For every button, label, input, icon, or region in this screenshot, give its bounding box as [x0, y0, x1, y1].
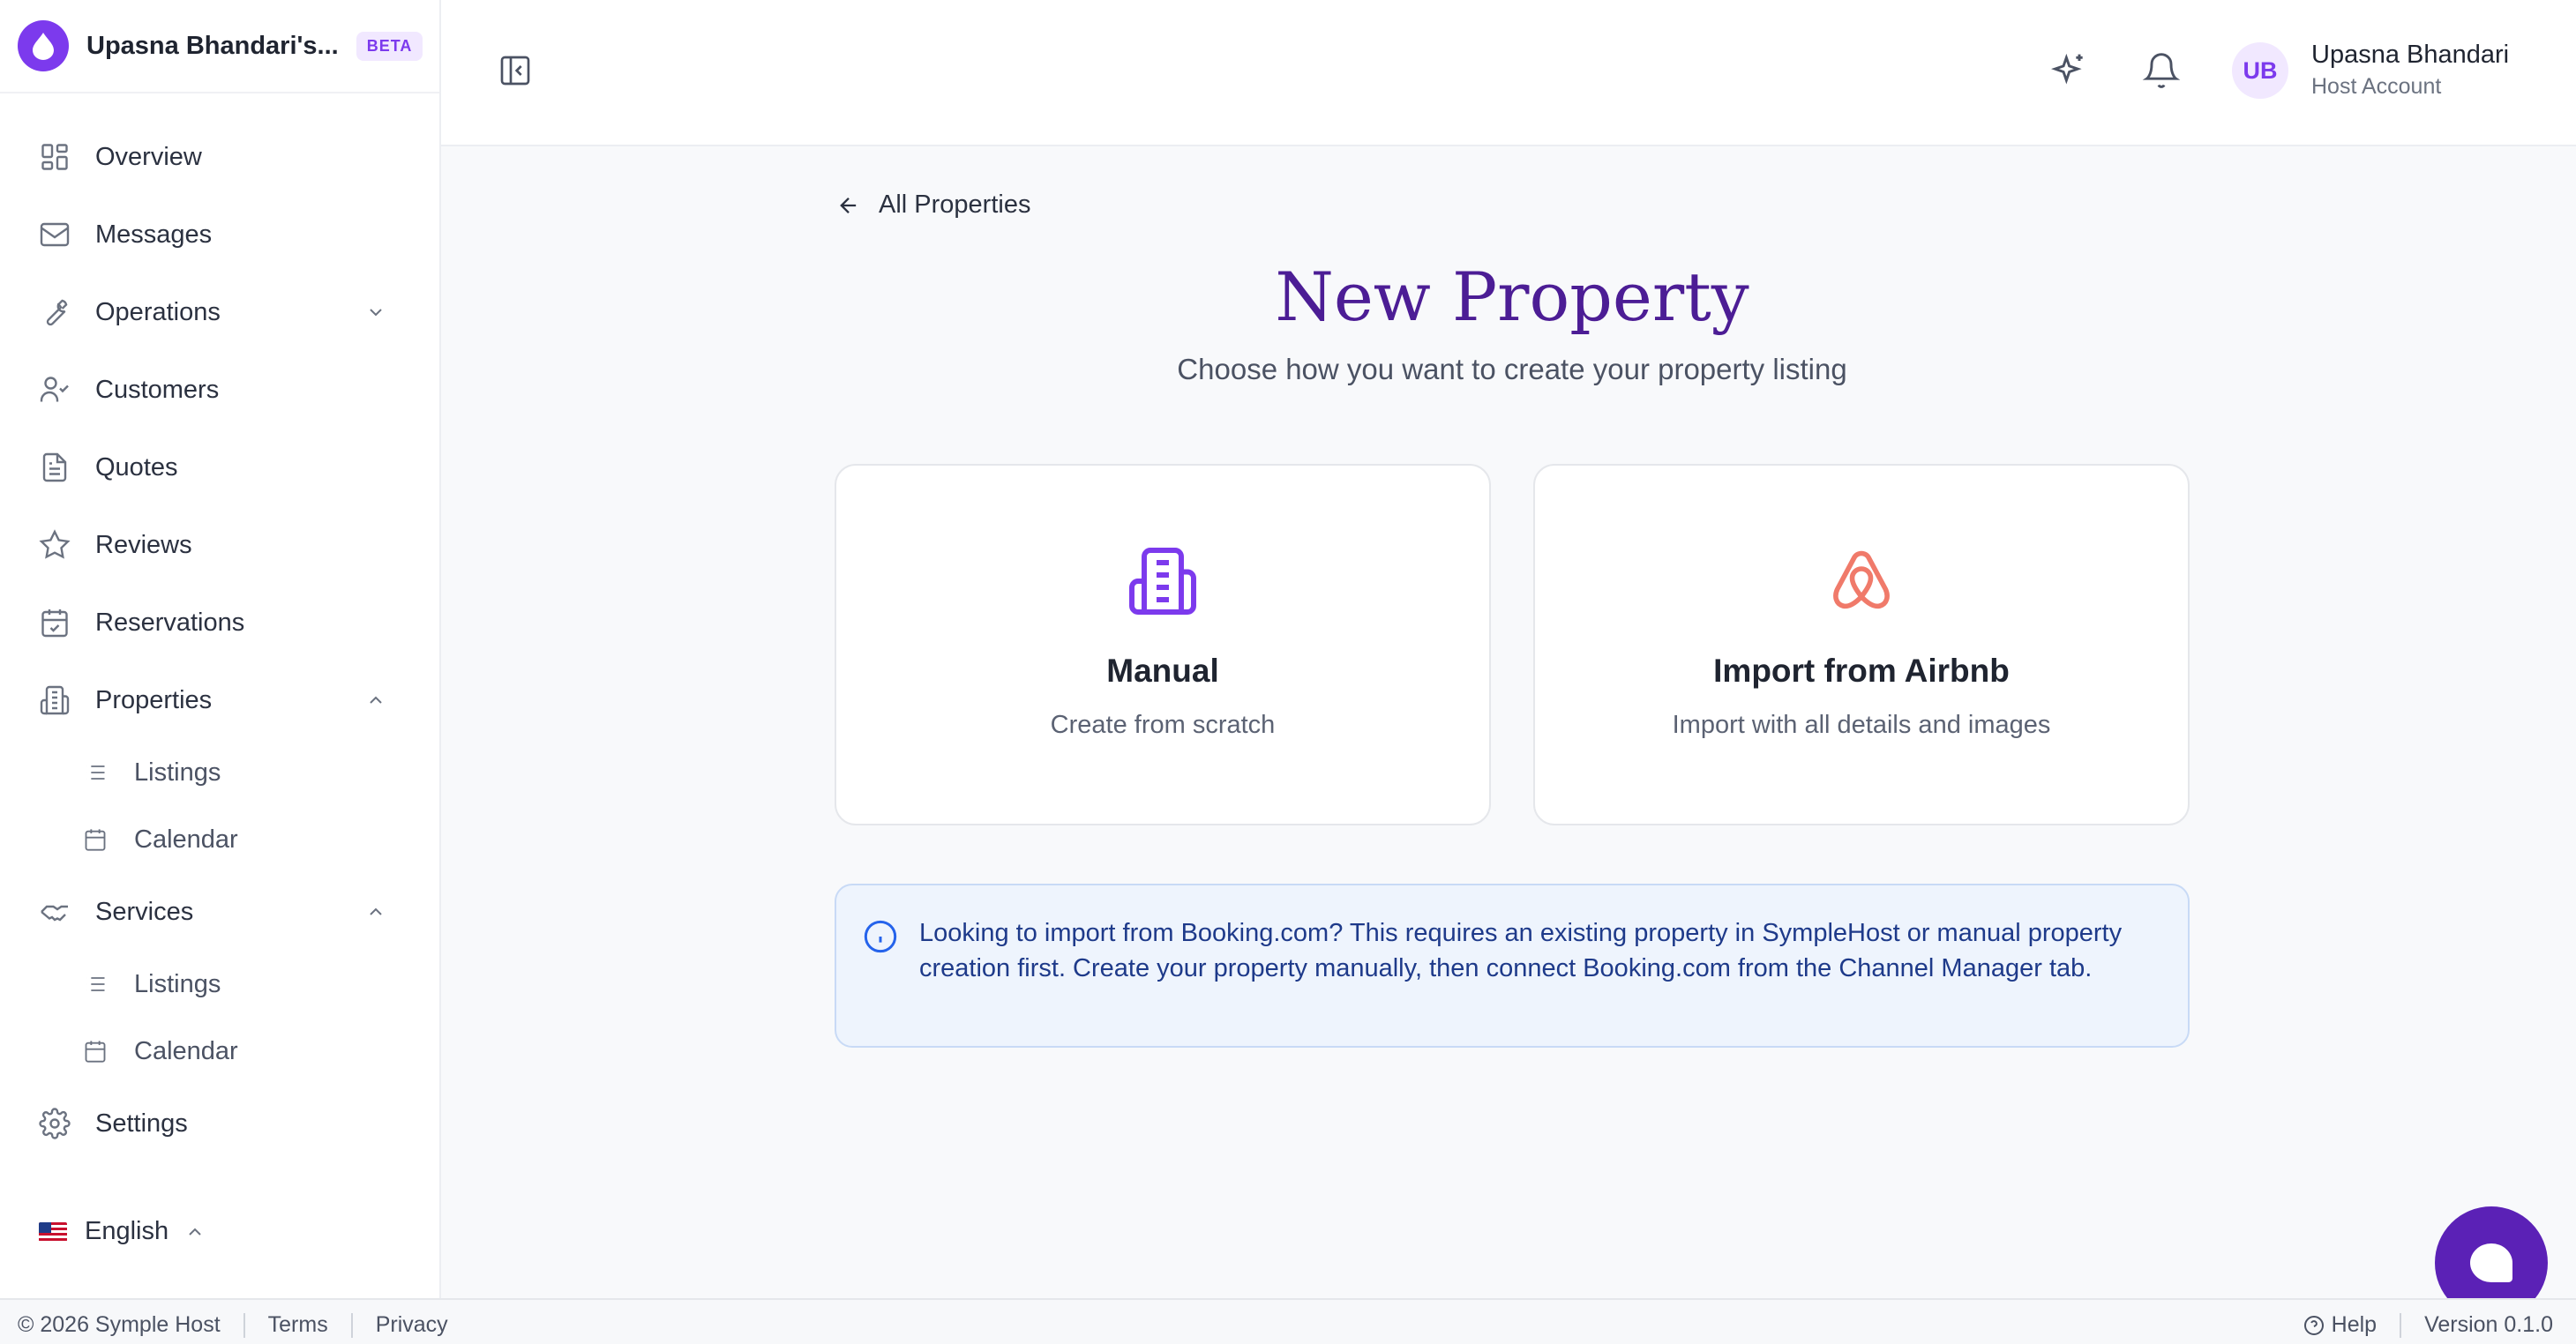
document-icon: [37, 450, 72, 485]
sidebar-item-label: Reservations: [95, 608, 245, 637]
terms-link[interactable]: Terms: [268, 1312, 328, 1338]
sidebar-item-reservations[interactable]: Reservations: [0, 584, 439, 661]
chevron-up-icon: [184, 1221, 206, 1243]
beta-badge: BETA: [356, 31, 423, 61]
page-subtitle: Choose how you want to create your prope…: [1177, 353, 1847, 385]
sidebar-item-overview[interactable]: Overview: [0, 118, 439, 196]
sidebar-item-label: Quotes: [95, 452, 178, 482]
star-icon: [37, 527, 72, 563]
divider: [350, 1312, 353, 1338]
sidebar-item-label: Settings: [95, 1109, 188, 1138]
gear-icon: [37, 1106, 72, 1141]
subitem-label: Listings: [134, 758, 221, 787]
chevron-up-icon[interactable]: [363, 688, 388, 713]
sidebar-item-label: Properties: [95, 685, 213, 714]
sidebar-nav: Overview Messages Operations Customers Q…: [0, 93, 439, 1162]
card-title: Manual: [1106, 653, 1219, 689]
import-airbnb-option-card[interactable]: Import from Airbnb Import with all detai…: [1533, 464, 2190, 825]
user-name[interactable]: Upasna Bhandari: [2311, 41, 2509, 70]
help-circle-icon: [2303, 1315, 2325, 1336]
building-icon: [1123, 541, 1202, 621]
sidebar-toggle-icon[interactable]: [498, 53, 533, 88]
sidebar-item-label: Messages: [95, 220, 213, 249]
privacy-link[interactable]: Privacy: [376, 1312, 448, 1338]
brand-logo: [18, 20, 69, 71]
chat-bubble-icon: [2470, 1243, 2512, 1282]
avatar[interactable]: UB: [2232, 42, 2288, 99]
sidebar-subitem-services-listings[interactable]: Listings: [0, 951, 439, 1018]
wrench-icon: [37, 295, 72, 330]
card-description: Import with all details and images: [1672, 711, 2051, 739]
user-role: Host Account: [2311, 74, 2442, 99]
subitem-label: Calendar: [134, 1036, 238, 1065]
sidebar-item-services[interactable]: Services: [0, 873, 439, 951]
brand-header[interactable]: Upasna Bhandari's... BETA: [0, 0, 439, 93]
footer: © 2026 Symple Host Terms Privacy Help Ve…: [0, 1298, 2576, 1344]
back-link-label: All Properties: [879, 190, 1031, 219]
sidebar-item-customers[interactable]: Customers: [0, 351, 439, 429]
manual-option-card[interactable]: Manual Create from scratch: [835, 464, 1491, 825]
building-icon: [37, 683, 72, 718]
language-label: English: [85, 1217, 169, 1245]
calendar-icon: [81, 825, 109, 854]
page-title: New Property: [1275, 258, 1749, 336]
booking-info-callout: Looking to import from Booking.com? This…: [835, 884, 2190, 1048]
us-flag-icon: [39, 1221, 67, 1242]
handshake-icon: [37, 894, 72, 930]
brand-name: Upasna Bhandari's...: [86, 31, 339, 60]
subitem-label: Listings: [134, 969, 221, 998]
list-icon: [81, 758, 109, 787]
language-selector[interactable]: English: [39, 1217, 206, 1246]
copyright: © 2026 Symple Host: [18, 1312, 221, 1337]
sidebar-subitem-properties-listings[interactable]: Listings: [0, 739, 439, 806]
info-icon: [863, 919, 898, 954]
card-description: Create from scratch: [1050, 711, 1276, 739]
sidebar-item-properties[interactable]: Properties: [0, 661, 439, 739]
sidebar-subitem-services-calendar[interactable]: Calendar: [0, 1018, 439, 1085]
chevron-down-icon[interactable]: [363, 300, 388, 325]
help-link[interactable]: Help: [2332, 1312, 2377, 1338]
version-label: Version 0.1.0: [2424, 1312, 2553, 1337]
divider: [243, 1312, 245, 1338]
sidebar-item-reviews[interactable]: Reviews: [0, 506, 439, 584]
list-icon: [81, 970, 109, 998]
card-title: Import from Airbnb: [1713, 653, 2010, 689]
sidebar-item-label: Services: [95, 897, 194, 926]
chevron-up-icon[interactable]: [363, 900, 388, 924]
divider: [2400, 1312, 2402, 1338]
sidebar-item-settings[interactable]: Settings: [0, 1085, 439, 1162]
sidebar-item-label: Operations: [95, 297, 221, 326]
calendar-icon: [81, 1037, 109, 1065]
sidebar-item-operations[interactable]: Operations: [0, 273, 439, 351]
top-bar: UB Upasna Bhandari Host Account: [441, 0, 2576, 146]
bell-icon[interactable]: [2142, 51, 2181, 90]
sidebar-item-messages[interactable]: Messages: [0, 196, 439, 273]
subitem-label: Calendar: [134, 825, 238, 854]
user-check-icon: [37, 372, 72, 407]
grid-icon: [37, 139, 72, 175]
info-text: Looking to import from Booking.com? This…: [919, 919, 2123, 982]
airbnb-icon: [1822, 541, 1901, 621]
mail-icon: [37, 217, 72, 252]
arrow-left-icon: [835, 191, 863, 220]
back-to-all-properties-link[interactable]: All Properties: [835, 190, 1030, 220]
sidebar-item-label: Reviews: [95, 530, 192, 559]
sparkles-icon[interactable]: [2050, 51, 2089, 90]
sidebar-item-label: Customers: [95, 375, 220, 404]
sidebar-subitem-properties-calendar[interactable]: Calendar: [0, 806, 439, 873]
sidebar-item-label: Overview: [95, 142, 202, 171]
sidebar-item-quotes[interactable]: Quotes: [0, 429, 439, 506]
calendar-check-icon: [37, 605, 72, 640]
sidebar: Upasna Bhandari's... BETA Overview Messa…: [0, 0, 441, 1298]
